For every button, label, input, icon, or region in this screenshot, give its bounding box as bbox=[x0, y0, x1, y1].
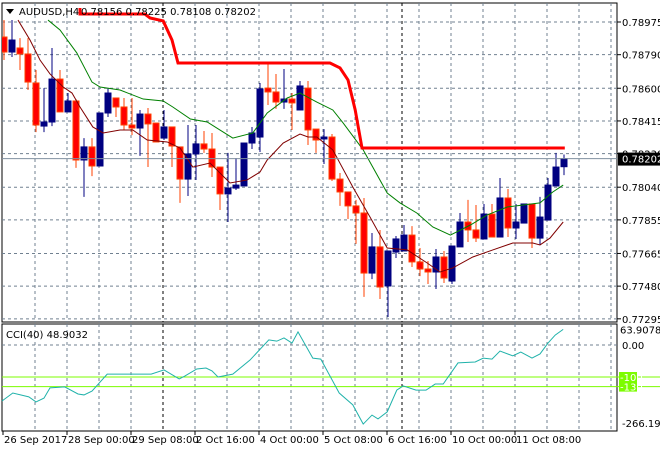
candle-body bbox=[336, 178, 344, 193]
bear-candle bbox=[328, 134, 336, 182]
candle-body bbox=[200, 143, 208, 150]
time-axis-label: 4 Oct 00:00 bbox=[260, 435, 319, 446]
candle-body bbox=[344, 191, 352, 207]
cci-header: CCI(40) 48.9032 bbox=[6, 330, 88, 341]
bear-candle bbox=[152, 122, 160, 143]
candle-body bbox=[72, 100, 80, 161]
cci-min-label: -266.1932 bbox=[622, 419, 660, 430]
candle-body bbox=[416, 261, 424, 270]
candle-body bbox=[24, 53, 32, 83]
bear-candle bbox=[72, 99, 80, 168]
price-axis-label: 0.77480 bbox=[622, 282, 660, 293]
candle-body bbox=[192, 143, 200, 155]
time-axis-label: 28 Sep 00:00 bbox=[68, 435, 135, 446]
trading-chart[interactable]: 0.789750.787900.786000.784150.782300.780… bbox=[0, 0, 660, 450]
candle-body bbox=[184, 153, 192, 180]
price-axis-label: 0.78790 bbox=[622, 51, 660, 62]
price-axis-label: 0.78415 bbox=[622, 117, 660, 128]
cci-max-label: 63.9078 bbox=[620, 326, 660, 337]
candle-body bbox=[536, 216, 544, 239]
candle-body bbox=[112, 97, 120, 108]
ohlc-readout: 0.78156 0.78225 0.78108 0.78202 bbox=[81, 7, 256, 18]
time-axis-label: 6 Oct 16:00 bbox=[388, 435, 447, 446]
candle-body bbox=[288, 98, 296, 104]
candle-body bbox=[96, 112, 104, 167]
candle-body bbox=[136, 113, 144, 129]
cci-label: CCI(40) 48.9032 bbox=[6, 330, 88, 341]
candle-body bbox=[224, 187, 232, 195]
candle-body bbox=[152, 122, 160, 143]
chart-header: AUDUSD,H4 0.78156 0.78225 0.78108 0.7820… bbox=[6, 7, 256, 18]
candle-body bbox=[376, 246, 384, 288]
price-axis-label: 0.78600 bbox=[622, 84, 660, 95]
candle-body bbox=[296, 85, 304, 111]
price-axis-label: 0.78975 bbox=[622, 18, 660, 29]
time-axis-label: 11 Oct 08:00 bbox=[516, 435, 581, 446]
bull-candle bbox=[240, 142, 248, 187]
price-axis-label: 0.78040 bbox=[622, 183, 660, 194]
candle-body bbox=[264, 87, 272, 93]
symbol-label: AUDUSD,H4 bbox=[19, 7, 79, 18]
candle-body bbox=[8, 39, 16, 53]
candle-body bbox=[120, 106, 128, 126]
current-price-label: 0.78202 bbox=[622, 155, 660, 166]
candle-body bbox=[240, 142, 248, 187]
candle-body bbox=[472, 229, 480, 239]
candle-body bbox=[160, 126, 168, 139]
candle-body bbox=[352, 205, 360, 214]
candle-body bbox=[88, 146, 96, 167]
candle-body bbox=[232, 184, 240, 189]
candle-body bbox=[328, 136, 336, 180]
candle-body bbox=[144, 113, 152, 125]
candle-body bbox=[248, 132, 256, 144]
candle-body bbox=[128, 124, 136, 129]
candle-body bbox=[520, 203, 528, 224]
candle-body bbox=[32, 82, 40, 126]
candle-body bbox=[304, 87, 312, 131]
candle-body bbox=[360, 212, 368, 274]
time-axis-label: 26 Sep 2017 bbox=[4, 435, 67, 446]
candle-body bbox=[456, 221, 464, 248]
cci-zero-label: 0.00 bbox=[622, 341, 644, 352]
time-axis-label: 5 Oct 08:00 bbox=[324, 435, 383, 446]
candle-body bbox=[408, 234, 416, 263]
price-axis-label: 0.77855 bbox=[622, 216, 660, 227]
price-axis-label: 0.77665 bbox=[622, 249, 660, 260]
candle-body bbox=[504, 197, 512, 229]
cci-level-label: -130 bbox=[620, 383, 643, 394]
candle-body bbox=[104, 92, 112, 114]
candle-body bbox=[424, 268, 432, 273]
price-axis-label: 0.77295 bbox=[622, 315, 660, 326]
candle-body bbox=[528, 203, 536, 239]
bull-candle bbox=[96, 112, 104, 167]
time-axis-label: 2 Oct 16:00 bbox=[196, 435, 255, 446]
candle-body bbox=[400, 234, 408, 252]
candle-body bbox=[256, 88, 264, 138]
candle-body bbox=[80, 146, 88, 161]
candle-body bbox=[488, 213, 496, 238]
candle-body bbox=[392, 238, 400, 253]
time-axis-label: 29 Sep 08:00 bbox=[132, 435, 199, 446]
candle-body bbox=[552, 166, 560, 187]
bull-candle bbox=[448, 245, 456, 285]
candle-body bbox=[48, 78, 56, 123]
candle-body bbox=[448, 245, 456, 282]
candle-body bbox=[272, 91, 280, 103]
candle-body bbox=[64, 100, 72, 113]
bull-candle bbox=[520, 203, 528, 224]
candle-body bbox=[544, 184, 552, 221]
candle-body bbox=[16, 47, 24, 55]
candle-body bbox=[512, 221, 520, 229]
candle-body bbox=[496, 197, 504, 238]
candle-body bbox=[560, 158, 568, 168]
candle-body bbox=[320, 136, 328, 140]
candle-body bbox=[40, 121, 48, 127]
candle-body bbox=[384, 250, 392, 287]
candle-body bbox=[440, 256, 448, 279]
time-axis-label: 10 Oct 00:00 bbox=[452, 435, 517, 446]
candle-body bbox=[368, 246, 376, 274]
